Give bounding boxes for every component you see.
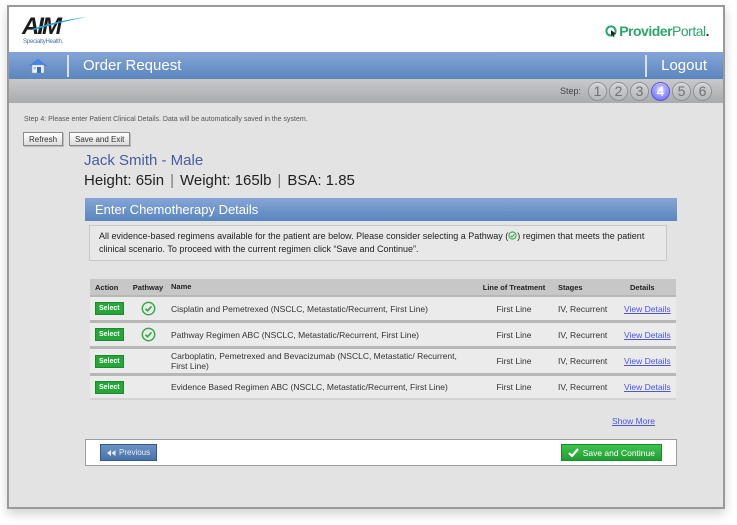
table-row: Select Pathway Regimen ABC (NSCLC, Metas… bbox=[90, 320, 676, 346]
portal-bold-text: Provider bbox=[619, 23, 673, 39]
instruction-text: Step 4: Please enter Patient Clinical De… bbox=[24, 116, 308, 123]
table-row: Select Cisplatin and Pemetrexed (NSCLC, … bbox=[90, 295, 676, 320]
step-1[interactable]: 1 bbox=[588, 81, 607, 101]
select-button[interactable]: Select bbox=[95, 354, 124, 368]
portal-dot: . bbox=[705, 23, 710, 39]
line-of-treatment: First Line bbox=[496, 356, 532, 366]
previous-button[interactable]: Previous bbox=[100, 444, 158, 461]
refresh-button[interactable]: Refresh bbox=[23, 132, 64, 146]
notice-text-1: All evidence-based regimens available fo… bbox=[99, 231, 509, 241]
line-of-treatment: First Line bbox=[496, 303, 532, 314]
stages: IV, Recurrent bbox=[558, 356, 608, 366]
header-line-of-treatment: Line of Treatment bbox=[482, 282, 546, 292]
patient-name: Jack Smith - Male bbox=[84, 152, 204, 169]
portal-cursor-icon bbox=[605, 25, 617, 37]
stages: IV, Recurrent bbox=[558, 382, 608, 392]
patient-stats: Height: 65in | Weight: 165lb | BSA: 1.85 bbox=[84, 172, 355, 189]
provider-portal-logo: Provider Portal. bbox=[605, 23, 710, 39]
regimen-name: Pathway Regimen ABC (NSCLC, Metastatic/R… bbox=[171, 329, 420, 340]
separator: | bbox=[170, 172, 174, 189]
step-5[interactable]: 5 bbox=[672, 81, 691, 101]
header-action: Action bbox=[95, 282, 119, 292]
wizard-footer: Previous Save and Continue bbox=[85, 439, 677, 466]
regimen-name: Evidence Based Regimen ABC (NSCLC, Metas… bbox=[171, 382, 448, 392]
regimen-name: Cisplatin and Pemetrexed (NSCLC, Metasta… bbox=[171, 303, 428, 314]
save-and-continue-button[interactable]: Save and Continue bbox=[560, 444, 662, 461]
save-and-continue-label: Save and Continue bbox=[582, 447, 655, 458]
separator: | bbox=[277, 172, 282, 189]
home-icon bbox=[29, 58, 47, 73]
checkmark-icon bbox=[567, 448, 579, 457]
show-more-link[interactable]: Show More bbox=[612, 416, 655, 426]
step-2[interactable]: 2 bbox=[609, 81, 628, 101]
header-stages: Stages bbox=[558, 282, 583, 292]
stages: IV, Recurrent bbox=[558, 303, 608, 314]
brand-header: AIM SpecialtyHealth. ProviderPortal. bbox=[9, 7, 723, 52]
regimen-table: Action Pathway Name Line of Treatment St… bbox=[90, 279, 676, 400]
logo-swoosh-icon bbox=[32, 17, 87, 30]
step-4-active[interactable]: 4 bbox=[651, 81, 670, 101]
patient-height: Height: 65in bbox=[84, 172, 165, 189]
patient-weight: Weight: 165lb bbox=[179, 172, 272, 189]
top-actions: Refresh Save and Exit bbox=[23, 132, 131, 146]
table-row: Select Evidence Based Regimen ABC (NSCLC… bbox=[90, 373, 676, 400]
logout-link[interactable]: Logout bbox=[647, 57, 723, 74]
aim-logo: AIM SpecialtyHealth. bbox=[22, 14, 92, 48]
regimen-name: Carboplatin, Pemetrexed and Bevacizumab … bbox=[171, 351, 457, 371]
step-indicator: Step: 1 2 3 4 5 6 bbox=[9, 79, 723, 103]
save-and-exit-button[interactable]: Save and Exit bbox=[69, 132, 131, 146]
logo-subtitle: SpecialtyHealth. bbox=[23, 39, 64, 45]
select-button[interactable]: Select bbox=[95, 380, 124, 394]
line-of-treatment: First Line bbox=[496, 329, 532, 340]
pathway-check-icon bbox=[141, 327, 155, 342]
pathway-check-icon bbox=[508, 231, 517, 240]
previous-label: Previous bbox=[119, 448, 151, 457]
line-of-treatment: First Line bbox=[496, 382, 532, 392]
step-6[interactable]: 6 bbox=[693, 81, 712, 101]
view-details-link[interactable]: View Details bbox=[624, 382, 671, 392]
pathway-notice: All evidence-based regimens available fo… bbox=[89, 225, 667, 261]
patient-bsa: BSA: 1.85 bbox=[287, 172, 355, 189]
step-3[interactable]: 3 bbox=[630, 81, 649, 101]
header-name: Name bbox=[171, 282, 192, 291]
view-details-link[interactable]: View Details bbox=[624, 304, 671, 314]
page-title: Order Request bbox=[83, 57, 182, 74]
view-details-link[interactable]: View Details bbox=[624, 330, 671, 340]
stages: IV, Recurrent bbox=[558, 329, 608, 340]
pathway-check-icon bbox=[141, 301, 155, 316]
home-button[interactable] bbox=[9, 52, 67, 79]
table-row: Select Carboplatin, Pemetrexed and Bevac… bbox=[90, 346, 676, 373]
rewind-icon bbox=[107, 449, 116, 456]
nav-bar: Order Request Logout bbox=[9, 52, 723, 79]
table-header: Action Pathway Name Line of Treatment St… bbox=[90, 279, 676, 295]
select-button[interactable]: Select bbox=[95, 328, 124, 341]
header-pathway: Pathway bbox=[132, 282, 164, 292]
step-label: Step: bbox=[559, 86, 581, 96]
select-button[interactable]: Select bbox=[95, 302, 124, 315]
view-details-link[interactable]: View Details bbox=[624, 356, 671, 366]
header-details: Details bbox=[630, 282, 655, 292]
portal-light-text: Portal bbox=[672, 23, 706, 39]
app-window: AIM SpecialtyHealth. ProviderPortal. bbox=[7, 5, 725, 509]
section-title: Enter Chemotherapy Details bbox=[85, 198, 677, 221]
